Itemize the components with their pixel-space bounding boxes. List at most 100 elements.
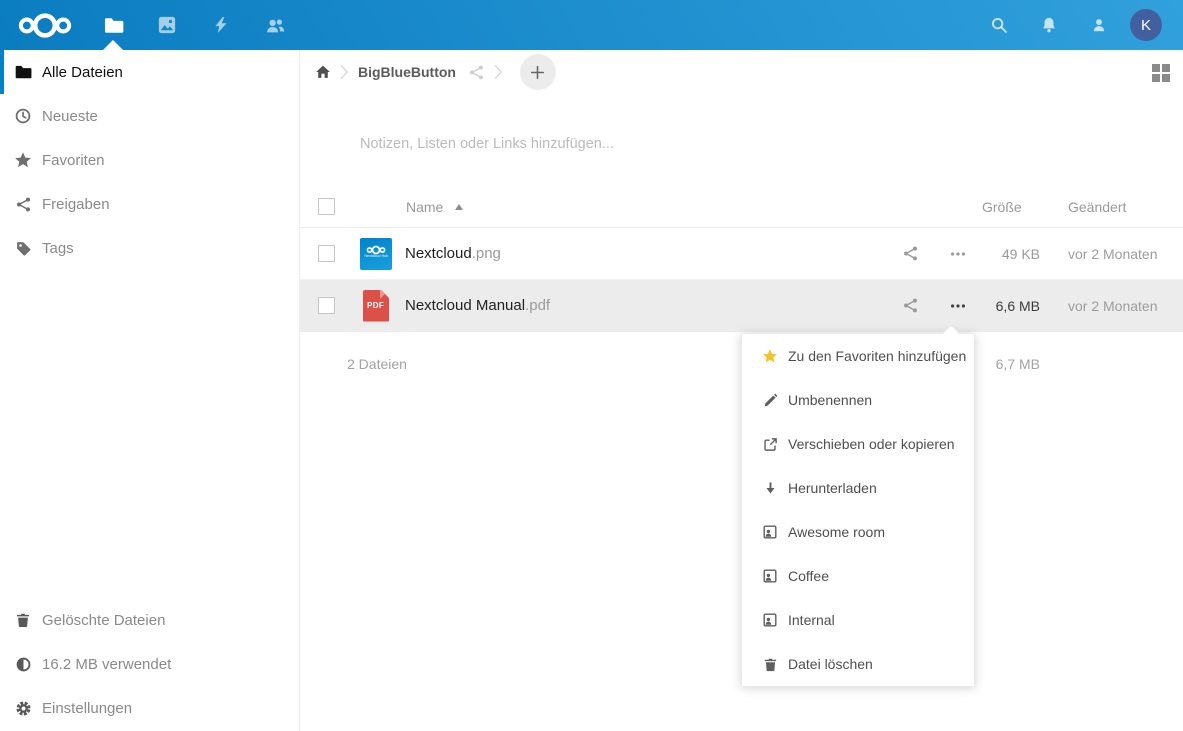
sidebar-item-label: Alle Dateien [42,64,123,81]
file-size: 6,6 MB [982,298,1040,314]
trash-icon [762,656,778,672]
nextcloud-logo-icon[interactable] [14,12,80,39]
file-size: 49 KB [982,246,1040,262]
column-header-size[interactable]: Größe [982,199,1040,215]
menu-item-rename[interactable]: Umbenennen [742,378,974,422]
grid-square [1162,64,1170,72]
menu-item-internal[interactable]: Internal [742,598,974,642]
table-row[interactable]: Nextcloud Hub Nextcloud.png 49 KB vor 2 … [300,228,1183,280]
menu-item-move-or-copy[interactable]: Verschieben oder kopieren [742,422,974,466]
sidebar-item-label: Gelöschte Dateien [42,612,165,629]
room-icon [762,524,778,540]
app-files-icon[interactable] [86,0,140,50]
room-icon [762,568,778,584]
quota-pie-icon [14,655,32,673]
menu-item-add-to-favorites[interactable]: Zu den Favoriten hinzufügen [742,334,974,378]
table-row[interactable]: PDF Nextcloud Manual.pdf 6,6 MB vor 2 Mo… [300,280,1183,332]
menu-item-label: Umbenennen [788,392,872,408]
sidebar-item-label: Favoriten [42,152,105,169]
menu-item-label: Awesome room [788,524,885,540]
column-header-name-label: Name [406,199,443,215]
grid-square [1152,64,1160,72]
file-modified: vor 2 Monaten [1040,246,1183,262]
chevron-right-icon [494,64,503,80]
sidebar-item-deleted-files[interactable]: Gelöschte Dateien [0,598,299,642]
grid-square [1162,74,1170,82]
chevron-right-icon [340,64,349,80]
select-all-checkbox[interactable] [318,198,335,215]
sidebar: Alle Dateien Neueste Favoriten Freigaben… [0,50,300,731]
row-share-icon[interactable] [886,297,934,314]
app-photos-icon[interactable] [140,0,194,50]
sidebar-item-label: 16.2 MB verwendet [42,656,171,673]
menu-item-label: Verschieben oder kopieren [788,436,955,452]
notifications-bell-icon[interactable] [1024,0,1074,50]
star-icon [762,348,778,364]
breadcrumb-folder[interactable]: BigBlueButton [358,64,456,80]
sidebar-item-all-files[interactable]: Alle Dateien [0,50,299,94]
topbar: K [0,0,1183,50]
file-modified: vor 2 Monaten [1040,298,1183,314]
gear-icon [14,699,32,717]
folder-icon [14,63,32,81]
sidebar-item-favorites[interactable]: Favoriten [0,138,299,182]
thumbnail-caption: Nextcloud Hub [364,254,388,258]
contacts-menu-icon[interactable] [1074,0,1124,50]
summary-total-size: 6,7 MB [982,356,1040,372]
pdf-fold-corner [380,290,389,299]
active-app-indicator [103,40,123,50]
share-icon [14,195,32,213]
notes-placeholder[interactable]: Notizen, Listen oder Links hinzufügen... [300,124,1183,164]
file-name[interactable]: Nextcloud Manual.pdf [400,297,886,314]
sidebar-item-recent[interactable]: Neueste [0,94,299,138]
app-activity-icon[interactable] [194,0,248,50]
menu-item-label: Datei löschen [788,656,873,672]
clock-icon [14,107,32,125]
grid-square [1152,74,1160,82]
breadcrumb: BigBlueButton [300,50,1183,94]
sidebar-item-settings[interactable]: Einstellungen [0,686,299,730]
app-contacts-icon[interactable] [248,0,302,50]
menu-item-download[interactable]: Herunterladen [742,466,974,510]
row-actions-menu-icon[interactable] [934,298,982,314]
file-basename: Nextcloud [405,245,472,262]
tag-icon [14,239,32,257]
menu-item-awesome-room[interactable]: Awesome room [742,510,974,554]
room-icon [762,612,778,628]
app-menu [86,0,302,50]
trash-icon [14,611,32,629]
download-icon [762,480,778,496]
menu-item-label: Internal [788,612,835,628]
search-icon[interactable] [974,0,1024,50]
sidebar-item-tags[interactable]: Tags [0,226,299,270]
star-icon [14,151,32,169]
row-actions-menu-icon[interactable] [934,246,982,262]
file-extension: .pdf [525,297,550,314]
row-checkbox[interactable] [318,245,335,262]
sidebar-footer: Gelöschte Dateien 16.2 MB verwendet Eins… [0,598,299,731]
menu-item-label: Coffee [788,568,829,584]
new-file-button[interactable] [520,54,556,90]
sidebar-item-shares[interactable]: Freigaben [0,182,299,226]
row-share-icon[interactable] [886,245,934,262]
menu-item-label: Herunterladen [788,480,877,496]
user-avatar[interactable]: K [1130,9,1162,41]
breadcrumb-share-icon[interactable] [468,64,485,81]
file-name[interactable]: Nextcloud.png [400,245,886,262]
row-checkbox[interactable] [318,297,335,314]
sidebar-item-quota[interactable]: 16.2 MB verwendet [0,642,299,686]
menu-item-coffee[interactable]: Coffee [742,554,974,598]
file-list-header: Name Größe Geändert [300,186,1183,228]
column-header-modified[interactable]: Geändert [1040,199,1183,215]
menu-item-delete-file[interactable]: Datei löschen [742,642,974,686]
png-thumbnail: Nextcloud Hub [360,238,392,270]
grid-view-toggle-icon[interactable] [1152,64,1170,82]
sidebar-item-label: Tags [42,240,74,257]
avatar-initial: K [1141,17,1151,34]
topbar-right: K [974,0,1183,50]
breadcrumb-home-icon[interactable] [315,64,331,80]
column-header-name[interactable]: Name [400,199,886,215]
pdf-badge: PDF [367,301,384,310]
sidebar-item-label: Neueste [42,108,98,125]
sidebar-item-label: Freigaben [42,196,110,213]
